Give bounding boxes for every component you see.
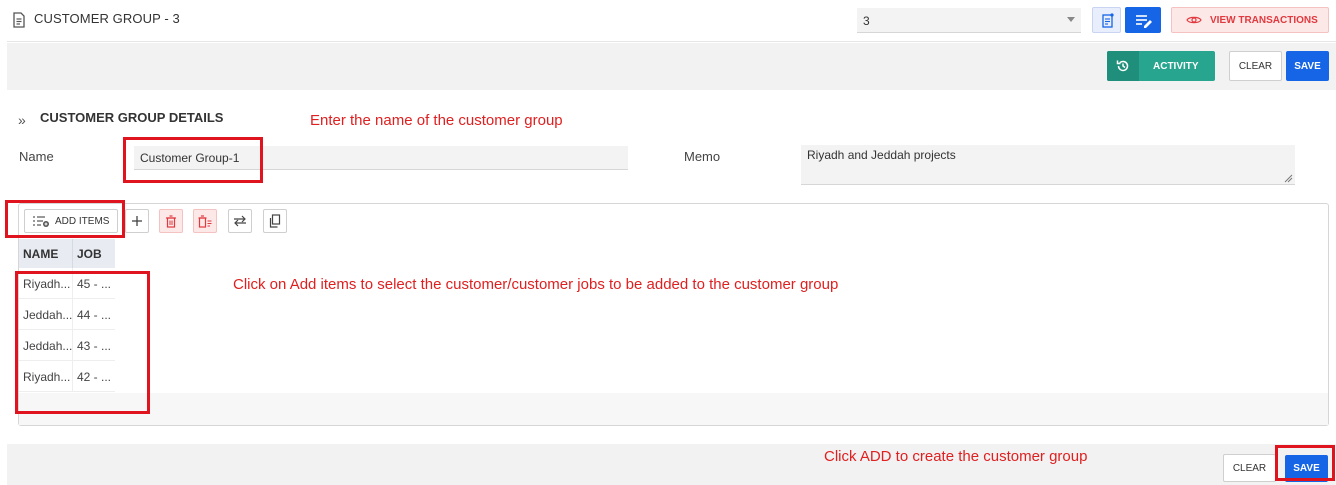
page-title: CUSTOMER GROUP - 3: [34, 11, 180, 26]
document-icon: [13, 12, 25, 28]
memo-textarea[interactable]: Riyadh and Jeddah projects: [801, 145, 1295, 185]
add-row-button[interactable]: [125, 209, 149, 233]
footer-action-bar: [7, 444, 1336, 485]
form-view-icon: [1102, 13, 1114, 28]
view-transactions-label: VIEW TRANSACTIONS: [1210, 14, 1318, 26]
column-header-job[interactable]: JOB: [73, 239, 115, 268]
annotation-add-items-hint: Click on Add items to select the custome…: [233, 276, 839, 293]
copy-button[interactable]: [263, 209, 287, 233]
footer-clear-button[interactable]: CLEAR: [1223, 454, 1276, 482]
memo-label: Memo: [684, 149, 721, 164]
resize-handle-icon[interactable]: [1284, 174, 1293, 183]
highlight-rows-box: [15, 271, 150, 414]
delete-row-button[interactable]: [159, 209, 183, 233]
view-transactions-button[interactable]: VIEW TRANSACTIONS: [1171, 7, 1329, 33]
section-title: CUSTOMER GROUP DETAILS: [40, 110, 224, 125]
delete-all-button[interactable]: [193, 209, 217, 233]
highlight-add-items-box: [5, 200, 125, 238]
grid-footer: [19, 393, 1328, 425]
trash-list-icon: [198, 214, 212, 228]
swap-button[interactable]: [228, 209, 252, 233]
save-button[interactable]: SAVE: [1286, 51, 1329, 81]
grid-header: NAME JOB: [19, 239, 115, 268]
eye-icon: [1186, 16, 1202, 24]
column-header-name[interactable]: NAME: [19, 239, 73, 268]
swap-arrows-icon: [234, 215, 246, 227]
highlight-name-box: [123, 137, 263, 183]
double-chevron-right-icon[interactable]: »: [18, 112, 26, 128]
record-select[interactable]: 3: [857, 8, 1081, 33]
form-view-button[interactable]: [1092, 7, 1121, 33]
annotation-save-hint: Click ADD to create the customer group: [824, 448, 1088, 465]
activity-button[interactable]: ACTIVITY: [1107, 51, 1215, 81]
highlight-save-box: [1275, 445, 1335, 481]
trash-icon: [166, 214, 176, 228]
annotation-name-hint: Enter the name of the customer group: [310, 112, 563, 129]
name-label: Name: [19, 149, 54, 164]
chevron-down-icon: [1067, 17, 1075, 22]
record-select-value: 3: [863, 14, 870, 28]
plus-icon: [132, 216, 142, 226]
history-icon: [1107, 51, 1139, 81]
clear-button[interactable]: CLEAR: [1229, 51, 1282, 81]
activity-label: ACTIVITY: [1153, 60, 1199, 72]
copy-icon: [269, 214, 281, 228]
list-edit-icon: [1136, 15, 1152, 28]
list-edit-view-button[interactable]: [1125, 7, 1161, 33]
